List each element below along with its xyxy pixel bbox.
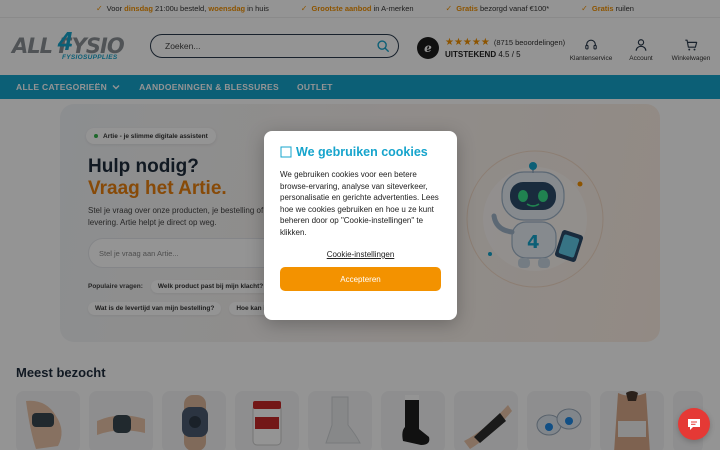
cookie-title-text: We gebruiken cookies [296, 145, 428, 159]
accept-cookies-button[interactable]: Accepteren [280, 267, 441, 291]
chat-icon [688, 419, 700, 430]
chat-button[interactable] [678, 408, 710, 440]
cookie-settings-link[interactable]: Cookie-instellingen [280, 250, 441, 259]
cookie-consent-dialog: We gebruiken cookies We gebruiken cookie… [264, 131, 457, 320]
cookie-description: We gebruiken cookies voor een betere bro… [280, 170, 439, 237]
cookie-icon [280, 146, 292, 158]
cookie-dialog-title: We gebruiken cookies [280, 145, 441, 159]
